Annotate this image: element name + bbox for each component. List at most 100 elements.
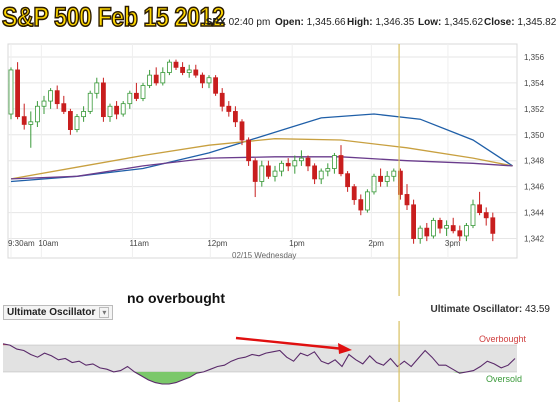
candle-body bbox=[173, 61, 179, 68]
candle-body bbox=[166, 61, 172, 73]
candle-body bbox=[114, 105, 119, 115]
y-tick-label: 1,354 bbox=[524, 79, 545, 88]
candle-body bbox=[101, 82, 106, 118]
candle-body bbox=[338, 155, 344, 175]
y-tick-label: 1,342 bbox=[524, 235, 545, 244]
oversold-fill bbox=[3, 371, 515, 384]
candle-body bbox=[444, 225, 450, 229]
candle-body bbox=[331, 155, 337, 169]
candle-body bbox=[298, 157, 304, 162]
oscillator-selector-label: Ultimate Oscillator bbox=[7, 307, 96, 318]
candle-body bbox=[305, 157, 311, 167]
candle-body bbox=[213, 77, 219, 94]
candle-body bbox=[351, 186, 357, 201]
candle-body bbox=[384, 175, 390, 182]
candle-body bbox=[477, 204, 483, 214]
candle-body bbox=[48, 90, 53, 102]
candle-body bbox=[74, 116, 80, 130]
candle-body bbox=[483, 212, 489, 219]
candle-body bbox=[318, 170, 324, 180]
candle-body bbox=[120, 103, 126, 115]
candle-body bbox=[470, 204, 476, 226]
x-tick-label: 12pm bbox=[207, 239, 227, 248]
candle-body bbox=[94, 82, 100, 94]
y-tick-label: 1,350 bbox=[524, 131, 545, 140]
candle-body bbox=[437, 219, 443, 229]
candle-body bbox=[411, 204, 417, 239]
candle-body bbox=[193, 69, 199, 76]
x-tick-label: 3pm bbox=[445, 239, 461, 248]
candle-body bbox=[21, 116, 27, 125]
candle-body bbox=[345, 173, 351, 188]
candle-body bbox=[246, 139, 252, 162]
annotation-text: no overbought bbox=[127, 290, 225, 306]
candle-body bbox=[28, 121, 34, 125]
candle-body bbox=[430, 219, 436, 237]
candle-body bbox=[186, 69, 192, 73]
candle-body bbox=[81, 111, 86, 118]
x-tick-label: 2pm bbox=[368, 239, 384, 248]
candle-body bbox=[54, 90, 60, 105]
candle-body bbox=[272, 170, 278, 177]
candle-body bbox=[180, 66, 186, 73]
candle-body bbox=[312, 165, 318, 180]
candle-body bbox=[87, 92, 93, 112]
candle-body bbox=[450, 225, 456, 232]
y-tick-label: 1,346 bbox=[524, 183, 545, 192]
oscillator-readout-label: Ultimate Oscillator: bbox=[430, 304, 523, 315]
x-tick-label: 1pm bbox=[289, 239, 305, 248]
candle-body bbox=[490, 217, 496, 234]
oscillator-readout: Ultimate Oscillator: 43.59 bbox=[430, 304, 550, 315]
x-tick-label: 10am bbox=[38, 239, 58, 248]
candle-body bbox=[252, 160, 258, 182]
candle-body bbox=[371, 175, 377, 193]
candle-body bbox=[133, 92, 139, 99]
x-sublabel: 02/15 Wednesday bbox=[232, 251, 296, 260]
candle-body bbox=[160, 72, 166, 84]
overbought-label: Overbought bbox=[479, 334, 527, 344]
oscillator-neutral-band bbox=[3, 345, 517, 372]
candle-body bbox=[239, 121, 245, 141]
y-tick-label: 1,344 bbox=[524, 209, 545, 218]
candle-body bbox=[68, 111, 73, 130]
candle-body bbox=[8, 69, 14, 115]
candle-body bbox=[107, 105, 113, 118]
candle-body bbox=[378, 175, 384, 182]
candle-body bbox=[127, 92, 133, 105]
candle-body bbox=[232, 111, 238, 123]
chevron-down-icon[interactable]: ▾ bbox=[99, 307, 110, 318]
candle-body bbox=[147, 74, 153, 86]
x-tick-label: 9:30am bbox=[8, 239, 35, 248]
candle-body bbox=[463, 225, 469, 237]
candle-body bbox=[292, 160, 298, 167]
candle-body bbox=[61, 103, 67, 112]
candle-body bbox=[404, 194, 410, 206]
candle-body bbox=[279, 162, 285, 172]
candle-body bbox=[391, 170, 397, 177]
candle-body bbox=[285, 162, 291, 167]
candle-body bbox=[364, 191, 370, 211]
candle-body bbox=[41, 100, 47, 107]
candle-body bbox=[457, 230, 463, 237]
oscillator-selector[interactable]: Ultimate Oscillator ▾ bbox=[3, 305, 114, 320]
candle-body bbox=[417, 227, 423, 239]
candle-body bbox=[206, 77, 212, 84]
oscillator-readout-value: 43.59 bbox=[524, 304, 550, 315]
candle-body bbox=[35, 105, 40, 123]
y-tick-label: 1,356 bbox=[524, 53, 545, 62]
candle-body bbox=[199, 74, 205, 84]
y-tick-label: 1,348 bbox=[524, 157, 545, 166]
candle-body bbox=[15, 69, 21, 118]
candle-body bbox=[358, 199, 364, 211]
x-tick-label: 11am bbox=[129, 239, 149, 248]
candle-body bbox=[219, 92, 225, 107]
candle-body bbox=[153, 74, 159, 84]
candle-body bbox=[140, 85, 146, 99]
y-tick-label: 1,352 bbox=[524, 105, 545, 114]
price-chart: 1,356 1,354 1,352 1,350 1,348 1,346 1,344 1,342… bbox=[2, 43, 545, 402]
candle-body bbox=[265, 165, 271, 177]
oversold-label: Oversold bbox=[486, 374, 522, 384]
candle-body bbox=[226, 105, 232, 112]
candle-body bbox=[325, 168, 331, 172]
candle-body bbox=[259, 165, 265, 182]
